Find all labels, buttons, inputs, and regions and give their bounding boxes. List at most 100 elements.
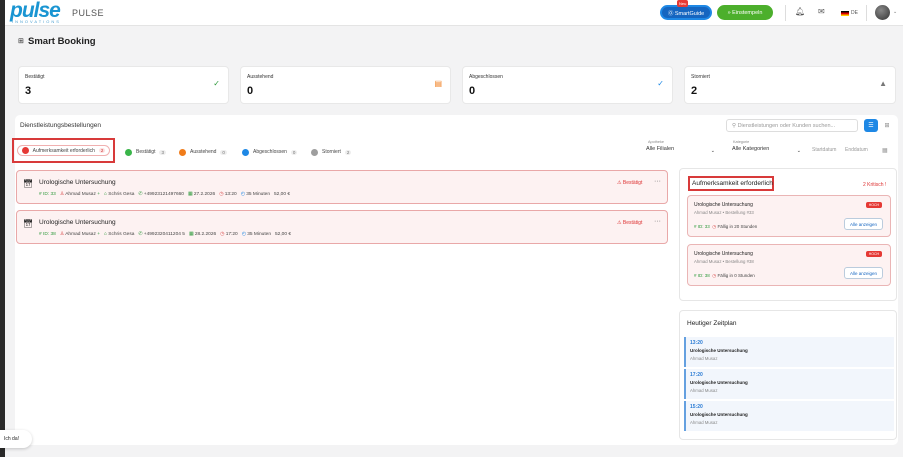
priority-badge: HOCH (865, 202, 882, 208)
status-badge: ⚠ Bestätigt (617, 180, 643, 186)
calendar-small-icon: ▦ (188, 232, 194, 237)
attention-item-due: Fällig in 20 Stunden (717, 224, 758, 229)
tab-count: 2 (98, 148, 106, 153)
attention-item-sub: Ahmad Musaz • Bestellung #33 (694, 210, 754, 215)
category-select[interactable]: Alle Kategorien ⌄ (730, 146, 805, 158)
stat-value: 0 (469, 85, 476, 97)
start-date-input[interactable]: Startdatum (812, 147, 836, 153)
smartguide-button[interactable]: ⓪ SmartGuide (660, 5, 712, 20)
tab-pending[interactable]: Ausstehend 0 (173, 146, 233, 158)
schedule-time: 17:20 (690, 372, 703, 378)
more-icon[interactable]: ··· (654, 178, 661, 185)
language-select[interactable]: DE (851, 10, 858, 16)
tab-count: 0 (290, 149, 298, 155)
order-price: 52,00 € (274, 232, 291, 237)
grid-icon: ⊞ (18, 38, 24, 45)
attention-item[interactable]: Urologische Untersuchung Ahmad Musaz • B… (687, 244, 891, 286)
clock-icon: ◷ (712, 224, 717, 229)
search-input[interactable]: ⚲ Dienstleistungen oder Kunden suchen... (726, 119, 858, 132)
category-select-value: Alle Kategorien (732, 146, 770, 152)
tab-label: Ausstehend (190, 149, 217, 155)
chevron-down-icon: ⌄ (710, 148, 715, 154)
plus-icon: + (97, 232, 101, 237)
more-icon[interactable]: ··· (654, 218, 661, 225)
tab-attention[interactable]: Aufmerksamkeit erforderlich 2 (12, 138, 115, 163)
divider (785, 5, 786, 21)
stat-label: Bestätigt (25, 74, 45, 80)
attention-item-title: Urologische Untersuchung (694, 202, 753, 208)
show-all-button[interactable]: Alle anzeigen (843, 218, 883, 230)
category-select-label: Kategorie (733, 140, 750, 144)
stat-label: Abgeschlossen (469, 74, 503, 80)
stat-value: 2 (691, 85, 698, 97)
staff-icon: ⌂ (104, 232, 107, 237)
chevron-down-icon: ⌄ (796, 148, 801, 154)
order-phone: +4992320411204 5 (143, 232, 185, 237)
schedule-title-text: Urologische Untersuchung (690, 380, 748, 385)
tab-label: Storniert (322, 149, 341, 155)
stat-card-cancelled: Storniert 2 ▲ (684, 66, 896, 104)
attention-item-meta: # ID: 33 ◷ Fällig in 20 Stunden (694, 224, 757, 230)
search-placeholder: Dienstleistungen oder Kunden suchen... (737, 123, 836, 129)
critical-count: 2 Kritisch ! (863, 182, 887, 188)
chat-widget[interactable]: Ich da! (0, 430, 32, 448)
stat-card-completed: Abgeschlossen 0 ✓ (462, 66, 673, 104)
order-card[interactable]: 📅︎ Urologische Untersuchung # ID: 38 ♙ A… (16, 210, 668, 244)
attention-item-id: # ID: 33 (694, 224, 710, 229)
stat-label: Ausstehend (247, 74, 274, 80)
schedule-item[interactable]: 17:20 Urologische Untersuchung Ahmad Mus… (684, 369, 894, 399)
tab-count: 2 (344, 149, 352, 155)
clock-icon: ◷ (712, 273, 717, 278)
mail-icon[interactable]: ✉ (818, 7, 825, 16)
flag-de-icon[interactable] (841, 11, 849, 16)
tab-completed[interactable]: Abgeschlossen 0 (236, 146, 303, 158)
user-icon: ♙ (59, 232, 65, 237)
show-all-button[interactable]: Alle anzeigen (843, 267, 883, 279)
tab-label: Aufmerksamkeit erforderlich (32, 147, 95, 154)
new-badge: Neu (677, 0, 689, 7)
branch-select[interactable]: Alle Filialen ⌄ (644, 146, 719, 158)
tab-confirmed[interactable]: Bestätigt 3 (119, 146, 172, 158)
order-title: Urologische Untersuchung (39, 219, 116, 226)
calendar-small-icon: ▦ (187, 192, 193, 197)
order-staff: Schris Gesa (108, 192, 135, 197)
list-view-button[interactable]: ☰ (864, 119, 878, 132)
stat-label: Storniert (691, 74, 710, 80)
calendar-icon: 📅︎ (23, 219, 34, 228)
order-card[interactable]: 📅︎ Urologische Untersuchung # ID: 33 ♙ A… (16, 170, 668, 204)
check-circle-icon: ✓ (213, 79, 220, 88)
stat-card-pending: Ausstehend 0 ▤ (240, 66, 451, 104)
tab-cancelled[interactable]: Storniert 2 (305, 146, 357, 158)
grid-view-button[interactable]: ⊞ (880, 119, 894, 132)
schedule-person: Ahmad Musaz (690, 356, 718, 361)
clock-in-button[interactable]: » Einstempeln (717, 5, 773, 20)
attention-title: Aufmerksamkeit erforderlich (688, 176, 774, 191)
avatar[interactable] (875, 5, 890, 20)
left-edge-strip (0, 0, 5, 457)
status-dot (179, 148, 186, 156)
order-price: 52,00 € (274, 192, 291, 197)
order-customer: Ahmad Musaz (65, 192, 96, 197)
stat-value: 0 (247, 85, 254, 97)
schedule-person: Ahmad Musaz (690, 420, 718, 425)
phone-icon: ✆ (138, 232, 143, 237)
status-dot (125, 148, 132, 156)
chevron-down-icon[interactable]: ⌄ (893, 9, 897, 15)
schedule-time: 15:20 (690, 404, 703, 410)
schedule-item[interactable]: 13:20 Urologische Untersuchung Ahmad Mus… (684, 337, 894, 367)
stat-value: 3 (25, 85, 32, 97)
tab-label: Bestätigt (136, 149, 156, 155)
logo[interactable]: pulse (10, 0, 61, 21)
end-date-input[interactable]: Enddatum (845, 147, 868, 153)
attention-item-id: # ID: 38 (694, 273, 710, 278)
bell-icon[interactable]: 🔔︎ (795, 7, 805, 16)
check-circle-icon: ✓ (657, 79, 664, 88)
tab-count: 3 (159, 149, 166, 155)
attention-item-meta: # ID: 38 ◷ Fällig in 0 Stunden (694, 273, 755, 279)
attention-item[interactable]: Urologische Untersuchung Ahmad Musaz • B… (687, 195, 891, 237)
priority-badge: HOCH (865, 251, 882, 257)
calendar-icon[interactable]: ▦ (882, 147, 888, 154)
branch-select-value: Alle Filialen (646, 146, 675, 152)
schedule-item[interactable]: 15:20 Urologische Untersuchung Ahmad Mus… (684, 401, 894, 431)
staff-icon: ⌂ (104, 192, 107, 197)
